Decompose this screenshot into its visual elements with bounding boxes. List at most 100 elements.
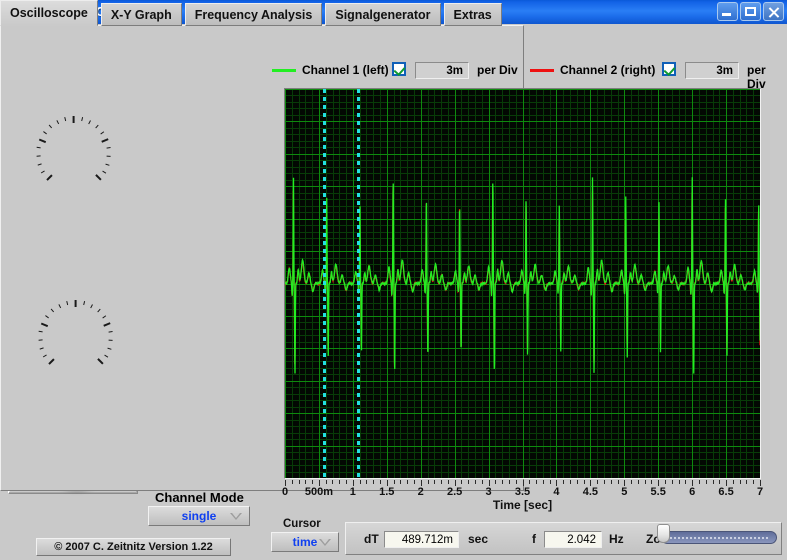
x-axis-tick <box>366 480 367 484</box>
window-controls <box>717 2 784 21</box>
x-axis-tick <box>543 480 544 484</box>
minimize-button[interactable] <box>717 2 738 21</box>
x-axis-tick <box>339 480 340 484</box>
channel2-div-field[interactable]: 3m <box>685 62 739 79</box>
x-axis-tick <box>448 480 449 484</box>
x-axis-tick <box>502 480 503 484</box>
oscilloscope-plot[interactable] <box>285 89 760 478</box>
channel-mode-label: Channel Mode <box>155 490 244 505</box>
x-axis-tick <box>292 480 293 484</box>
x-axis-tick <box>414 480 415 484</box>
tab-strip: Oscilloscope X-Y Graph Frequency Analysi… <box>0 0 505 26</box>
x-axis-tick <box>713 480 714 484</box>
x-axis-tick <box>597 480 598 484</box>
x-axis-tick <box>563 480 564 484</box>
x-axis-tick <box>706 480 707 484</box>
tab-xy-graph[interactable]: X-Y Graph <box>100 3 182 26</box>
x-axis-tick <box>733 480 734 484</box>
x-axis-tick <box>665 480 666 484</box>
zoom-slider-track[interactable] <box>661 531 777 544</box>
time-knob-tick <box>75 300 77 307</box>
x-axis-tick-label: 3.5 <box>514 486 531 498</box>
cursor-mode-dropdown[interactable]: time <box>271 532 339 552</box>
x-axis-tick <box>529 480 530 484</box>
application-window: Soundcard Oszilloscope Exit Filter activ… <box>0 0 787 560</box>
x-axis-tick <box>699 480 700 484</box>
x-axis-tick-label: 3 <box>485 486 492 498</box>
x-axis-tick-label: 0 <box>281 486 289 498</box>
x-axis-tick-label: 6 <box>689 486 696 498</box>
x-axis-tick <box>475 480 476 484</box>
channel1-per-div-label: per Div <box>477 63 518 77</box>
x-axis-tick-label: 500m <box>304 486 333 498</box>
x-axis-tick <box>312 480 313 484</box>
x-axis-tick <box>407 480 408 484</box>
x-axis: 0 500m 1 1.5 2 2.5 3 3.5 4 4.5 5 5.5 6 6.5 7 <box>282 480 763 498</box>
x-axis-tick <box>746 480 747 484</box>
x-axis-tick-label: 1 <box>349 486 356 498</box>
channel2-label: Channel 2 (right) <box>560 63 656 77</box>
x-axis-tick-label: 1.5 <box>379 486 395 498</box>
x-axis-tick-label: 6.5 <box>718 486 734 498</box>
x-axis-tick <box>604 480 605 484</box>
channel-mode-dropdown[interactable]: single <box>148 506 250 526</box>
maximize-button[interactable] <box>740 2 761 21</box>
tab-frequency-analysis[interactable]: Frequency Analysis <box>184 3 323 26</box>
x-axis-tick-label: 2 <box>417 486 424 498</box>
channel-mode-value: single <box>181 509 217 523</box>
x-axis-tick-label: 4 <box>553 486 560 498</box>
channel1-div-field[interactable]: 3m <box>415 62 469 79</box>
x-axis-tick <box>346 480 347 484</box>
x-axis-tick-label: 4.5 <box>582 486 598 498</box>
frequency-field[interactable]: 2.042 <box>544 531 602 548</box>
amplitude-knob-tick <box>73 116 75 123</box>
dt-label: dT <box>364 532 379 546</box>
x-axis-tick <box>651 480 652 484</box>
oscilloscope-plot-frame <box>284 88 761 479</box>
x-axis-title: Time [sec] <box>492 498 553 512</box>
x-axis-tick <box>550 480 551 484</box>
x-axis-tick <box>679 480 680 484</box>
x-axis-tick-label: 5 <box>621 486 628 498</box>
x-axis-tick <box>753 480 754 484</box>
x-axis-tick <box>740 480 741 484</box>
zoom-slider-thumb[interactable] <box>657 524 670 543</box>
dt-unit-label: sec <box>468 532 489 546</box>
x-axis-tick <box>428 480 429 484</box>
x-axis-tick <box>400 480 401 484</box>
x-axis-tick <box>441 480 442 484</box>
x-axis-tick <box>618 480 619 484</box>
x-axis-tick <box>373 480 374 484</box>
x-axis-tick <box>570 480 571 484</box>
x-axis-tick <box>468 480 469 484</box>
x-axis-tick <box>631 480 632 484</box>
chevron-down-icon <box>230 513 242 520</box>
channel1-label: Channel 1 (left) <box>302 63 389 77</box>
x-axis-tick <box>326 480 327 484</box>
channel2-enable-checkbox[interactable] <box>662 62 676 76</box>
close-button[interactable] <box>763 2 784 21</box>
x-axis-tick <box>685 480 686 484</box>
copyright-label: © 2007 C. Zeitnitz Version 1.22 <box>36 538 231 556</box>
x-axis-tick <box>394 480 395 484</box>
channel2-color-swatch <box>530 69 554 72</box>
x-axis-tick <box>495 480 496 484</box>
x-axis-tick <box>461 480 462 484</box>
channel2-per-div-label: per Div <box>747 63 766 91</box>
x-axis-tick <box>380 480 381 484</box>
x-axis-tick <box>672 480 673 484</box>
x-axis-tick <box>584 480 585 484</box>
x-axis-tick <box>516 480 517 484</box>
x-axis-tick <box>611 480 612 484</box>
x-axis-tick <box>638 480 639 484</box>
x-axis-tick <box>434 480 435 484</box>
x-axis-tick-label: 7 <box>756 486 764 498</box>
tab-signalgenerator[interactable]: Signalgenerator <box>325 3 441 26</box>
x-axis-tick <box>509 480 510 484</box>
tab-extras[interactable]: Extras <box>443 3 502 26</box>
channel1-enable-checkbox[interactable] <box>392 62 406 76</box>
x-axis-tick <box>305 480 306 484</box>
x-axis-tick-label: 2.5 <box>446 486 463 498</box>
tab-oscilloscope[interactable]: Oscilloscope <box>0 0 98 26</box>
dt-field[interactable]: 489.712m <box>384 531 459 548</box>
